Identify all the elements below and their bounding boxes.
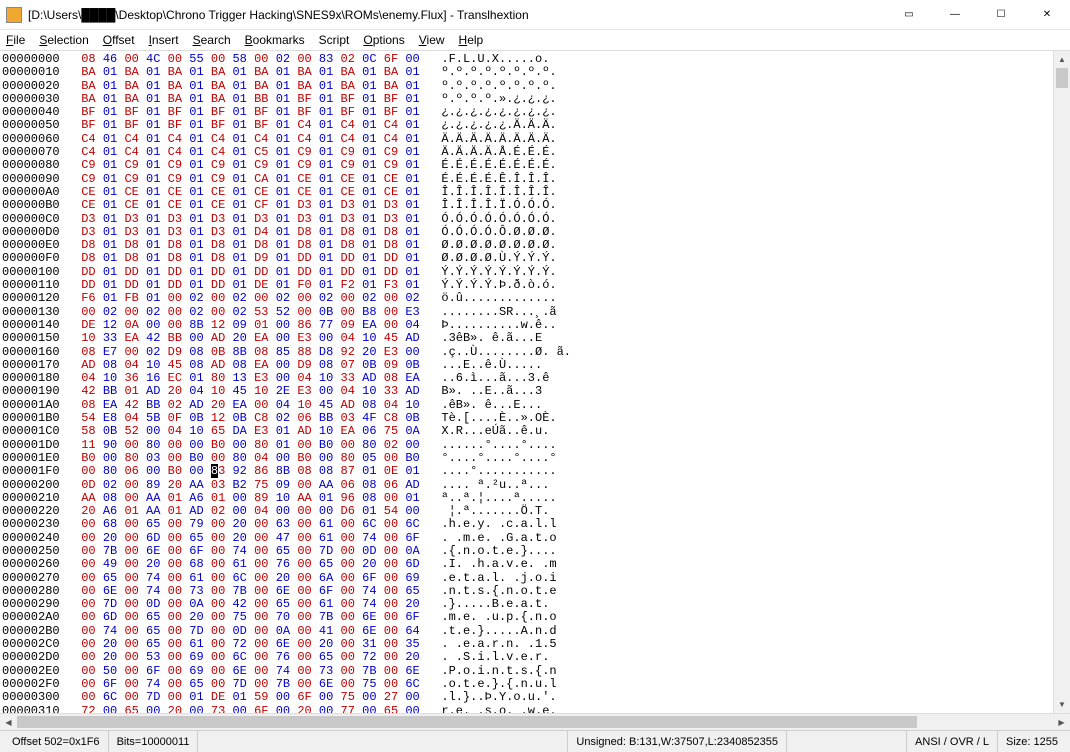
scroll-right-icon[interactable]: ▶ xyxy=(1053,714,1070,730)
vscroll-track[interactable] xyxy=(1054,68,1070,696)
vscroll-thumb[interactable] xyxy=(1056,68,1068,88)
close-button[interactable]: ✕ xyxy=(1024,0,1070,30)
status-bar: Offset 502=0x1F6 Bits=10000011 Unsigned:… xyxy=(0,730,1070,752)
menu-selection[interactable]: Selection xyxy=(39,33,88,47)
vertical-scrollbar[interactable]: ▲ ▼ xyxy=(1053,51,1070,713)
extra-button[interactable]: ▭ xyxy=(886,0,932,30)
menu-view[interactable]: View xyxy=(419,33,445,47)
menu-script[interactable]: Script xyxy=(319,33,350,47)
menu-bar: File Selection Offset Insert Search Book… xyxy=(0,30,1070,50)
menu-options[interactable]: Options xyxy=(363,33,404,47)
content-area: 00000000 08 46 00 4C 00 55 00 58 00 02 0… xyxy=(0,50,1070,713)
app-icon xyxy=(6,7,22,23)
horizontal-scrollbar[interactable]: ◀ ▶ xyxy=(0,713,1070,730)
menu-offset[interactable]: Offset xyxy=(103,33,135,47)
status-offset: Offset 502=0x1F6 xyxy=(4,731,109,752)
status-unsigned: Unsigned: B:131,W:37507,L:2340852355 xyxy=(568,731,787,752)
menu-file[interactable]: File xyxy=(6,33,25,47)
status-bits: Bits=10000011 xyxy=(109,731,199,752)
hex-editor[interactable]: 00000000 08 46 00 4C 00 55 00 58 00 02 0… xyxy=(0,51,1053,713)
minimize-button[interactable]: — xyxy=(932,0,978,30)
maximize-button[interactable]: ☐ xyxy=(978,0,1024,30)
hscroll-track[interactable] xyxy=(17,714,1053,730)
scroll-left-icon[interactable]: ◀ xyxy=(0,714,17,730)
window-title: [D:\Users\████\Desktop\Chrono Trigger Ha… xyxy=(28,8,529,22)
status-size: Size: 1255 xyxy=(998,731,1066,752)
scroll-up-icon[interactable]: ▲ xyxy=(1054,51,1070,68)
menu-help[interactable]: Help xyxy=(459,33,484,47)
hscroll-thumb[interactable] xyxy=(17,716,917,728)
scroll-down-icon[interactable]: ▼ xyxy=(1054,696,1070,713)
menu-bookmarks[interactable]: Bookmarks xyxy=(245,33,305,47)
title-bar: [D:\Users\████\Desktop\Chrono Trigger Ha… xyxy=(0,0,1070,30)
menu-insert[interactable]: Insert xyxy=(149,33,179,47)
menu-search[interactable]: Search xyxy=(193,33,231,47)
status-mode: ANSI / OVR / L xyxy=(907,731,998,752)
